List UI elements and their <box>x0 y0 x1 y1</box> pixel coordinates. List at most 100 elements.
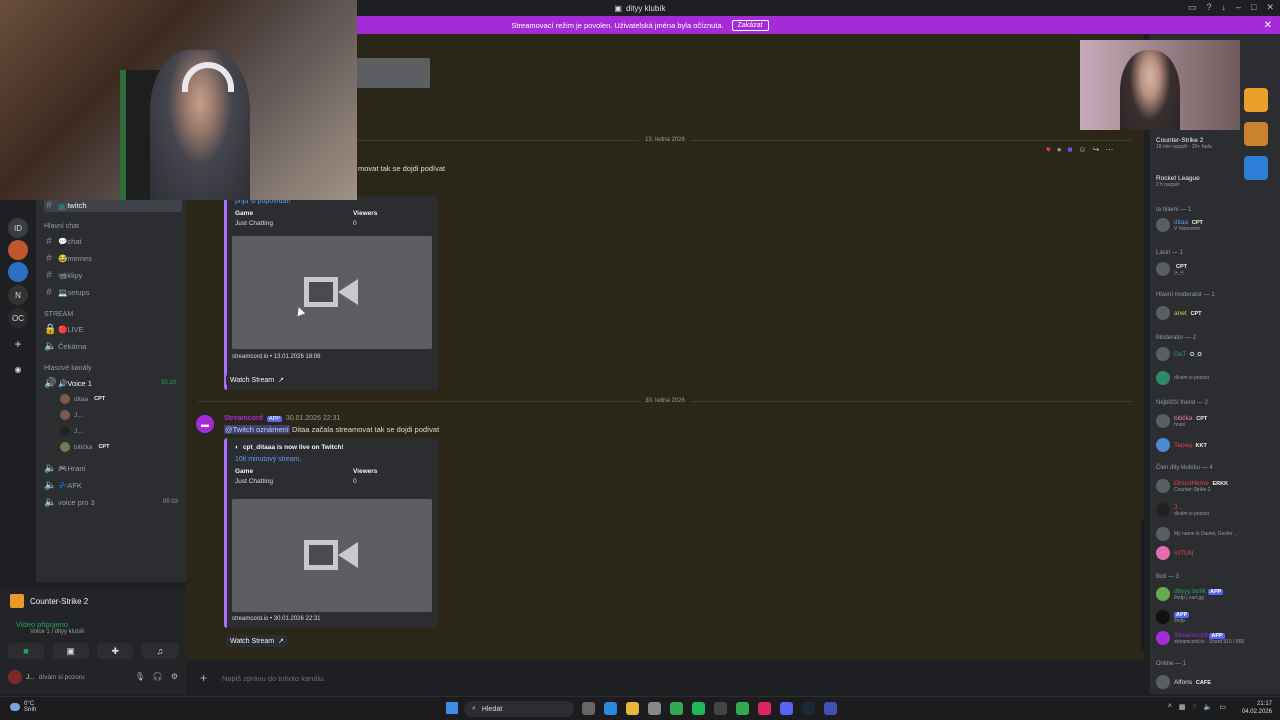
channel-klipy[interactable]: # 📹klipy <box>44 268 182 282</box>
member-item[interactable]: dityyy botik APP/help | carl.gg <box>1156 587 1276 601</box>
server-icon-id[interactable]: ID <box>8 218 28 238</box>
battery-icon[interactable]: ▭ <box>1219 703 1226 711</box>
voice-status[interactable]: Video připojeno <box>16 620 68 629</box>
discord-icon[interactable] <box>780 702 793 715</box>
close-icon[interactable]: ✕ <box>1266 2 1274 13</box>
tray-expand-icon[interactable]: ˄ <box>1168 703 1172 711</box>
server-icon[interactable] <box>8 262 28 282</box>
stream-thumbnail[interactable] <box>232 499 432 612</box>
taskbar-clock[interactable]: 21:17 04.02.2026 <box>1242 700 1272 716</box>
windows-start-icon[interactable] <box>446 702 458 714</box>
member-item[interactable]: Tepeq KKT <box>1156 438 1276 452</box>
stream-thumbnail[interactable] <box>232 236 432 349</box>
category-stream[interactable]: STREAM <box>44 311 73 318</box>
disable-streamer-mode-button[interactable]: Zakázat <box>731 19 769 31</box>
member-item[interactable]: VITUN <box>1156 546 1276 560</box>
channel-setups[interactable]: # 💻setups <box>44 285 182 299</box>
member-item[interactable]: DeT O_O <box>1156 347 1276 361</box>
help-icon[interactable]: ? <box>1206 2 1211 13</box>
member-item[interactable]: My name is Daniel, Dexter ... <box>1156 527 1276 541</box>
category-voice[interactable]: Hlasové kanály <box>44 365 91 372</box>
maximize-icon[interactable]: □ <box>1251 2 1256 13</box>
reply-icon[interactable]: ↪ <box>1093 145 1100 154</box>
voice-user[interactable]: bitička CPT <box>60 441 111 453</box>
add-reaction-icon[interactable]: ☺ <box>1078 145 1086 154</box>
channel-memes[interactable]: # 😂memes <box>44 251 182 265</box>
activity-game[interactable]: Counter-Strike 2 <box>10 594 88 608</box>
member-item[interactable]: ditaa CPT V hlasovém <box>1156 218 1276 232</box>
reaction-icon[interactable]: ● <box>1057 145 1062 154</box>
app-icon[interactable] <box>824 702 837 715</box>
app-icon[interactable] <box>758 702 771 715</box>
member-item[interactable]: APP/help <box>1156 610 1276 624</box>
microphone-icon[interactable]: 🎙 <box>135 672 145 681</box>
screen-share-button[interactable]: ▣ <box>52 643 89 659</box>
headphones-icon[interactable]: 🎧 <box>153 672 163 681</box>
message-input[interactable]: Napiš zprávu do tohoto kanálu. <box>222 674 325 683</box>
embed-header: ◐ cpt_ditaaa is now live on Twitch! <box>235 444 438 451</box>
heart-reaction-icon[interactable]: ♥ <box>1046 145 1051 154</box>
watch-stream-button[interactable]: Watch Stream ↗ <box>226 635 288 647</box>
chat-scrollbar[interactable] <box>1141 520 1144 650</box>
member-item[interactable]: anet CPT <box>1156 306 1276 320</box>
channel-cekarna[interactable]: 🔈 Čekárna <box>44 339 182 353</box>
member-item[interactable]: J... dívám si pozoru <box>1156 503 1276 517</box>
channel-voice-1[interactable]: 🔊 🔊Voice 1 50:10 <box>44 376 182 390</box>
activities-button[interactable]: ✚ <box>97 643 134 659</box>
banner-close-icon[interactable]: ✕ <box>1264 20 1272 31</box>
channel-chat[interactable]: # 💬chat <box>44 234 182 248</box>
task-view-icon[interactable] <box>582 702 595 715</box>
activity-item[interactable]: Rocket League 2 h nazpět <box>1156 175 1200 188</box>
chrome-icon[interactable] <box>670 702 683 715</box>
inbox-icon[interactable]: ▭ <box>1188 2 1197 13</box>
volume-icon[interactable]: 🔈 <box>1204 703 1213 711</box>
channel-hrani[interactable]: 🔈 🎮Hraní <box>44 461 182 475</box>
edge-icon[interactable] <box>604 702 617 715</box>
channel-twitch[interactable]: # 📺twitch <box>44 198 182 212</box>
discover-icon[interactable]: ◉ <box>8 359 28 379</box>
server-icon[interactable] <box>8 240 28 260</box>
more-icon[interactable]: ⋯ <box>1105 145 1113 154</box>
embed-description[interactable]: 10ti minutový stream. <box>235 456 438 463</box>
member-item[interactable]: dívám si pozoru <box>1156 371 1276 385</box>
author-name[interactable]: Streamcord <box>224 415 263 422</box>
member-item[interactable]: bitička CPT hraní <box>1156 414 1276 428</box>
settings-icon[interactable]: ⚙ <box>171 672 178 681</box>
server-icon-ns[interactable]: N <box>8 285 28 305</box>
voice-user[interactable]: J... <box>60 409 83 421</box>
add-server-icon[interactable]: + <box>8 334 28 354</box>
attach-icon[interactable]: + <box>200 671 207 685</box>
server-icon-oc[interactable]: OC <box>8 308 28 328</box>
weather-widget[interactable]: 0°C Sníh <box>10 701 36 713</box>
category-main-chat[interactable]: Hlavní chat <box>44 223 79 230</box>
watch-stream-button[interactable]: Watch Stream ↗ <box>226 374 288 386</box>
embed-title[interactable]: cpt_ditaaa is now live on Twitch! <box>243 444 344 451</box>
voice-user[interactable]: J... <box>60 425 83 437</box>
download-icon[interactable]: ↓ <box>1222 2 1227 13</box>
member-item[interactable]: Alfons CAFE <box>1156 675 1276 689</box>
chrome-icon[interactable] <box>736 702 749 715</box>
minimize-icon[interactable]: – <box>1236 2 1241 13</box>
channel-voice-pro-3[interactable]: 🔈 voice pro 3 00 03 <box>44 495 182 509</box>
role-mention[interactable]: @Twitch oznámení <box>224 425 290 434</box>
tray-app-icon[interactable]: ▦ <box>1179 703 1186 711</box>
channel-afk[interactable]: 🔈 💤AFK <box>44 478 182 492</box>
voice-user[interactable]: ditaa CPT <box>60 393 107 405</box>
member-item[interactable]: GhostHeme ERKK Counter-Strike 2 <box>1156 479 1276 493</box>
member-item[interactable]: CPT (•_•) <box>1156 262 1276 276</box>
current-user[interactable]: J... dívám si pozoru <box>8 670 85 684</box>
member-item[interactable]: Streamcord APP streamcord.io · Shard 515 … <box>1156 631 1276 645</box>
camera-button[interactable]: ■ <box>8 643 44 659</box>
app-icon[interactable] <box>714 702 727 715</box>
app-icon[interactable] <box>648 702 661 715</box>
reaction-icon[interactable]: ■ <box>1068 145 1073 154</box>
bot-avatar[interactable]: ▬ <box>196 415 214 433</box>
taskbar-search[interactable]: ⌕ Hledat <box>464 701 574 717</box>
spotify-icon[interactable] <box>692 702 705 715</box>
channel-live[interactable]: 🔒 🔴LIVE <box>44 322 182 336</box>
explorer-icon[interactable] <box>626 702 639 715</box>
activity-item[interactable]: Counter-Strike 2 18 min nazpět · 20+ řada <box>1156 137 1212 150</box>
soundboard-button[interactable]: ♫ <box>141 643 178 659</box>
steam-icon[interactable] <box>802 702 815 715</box>
network-icon[interactable]: ◌ <box>1192 703 1196 711</box>
